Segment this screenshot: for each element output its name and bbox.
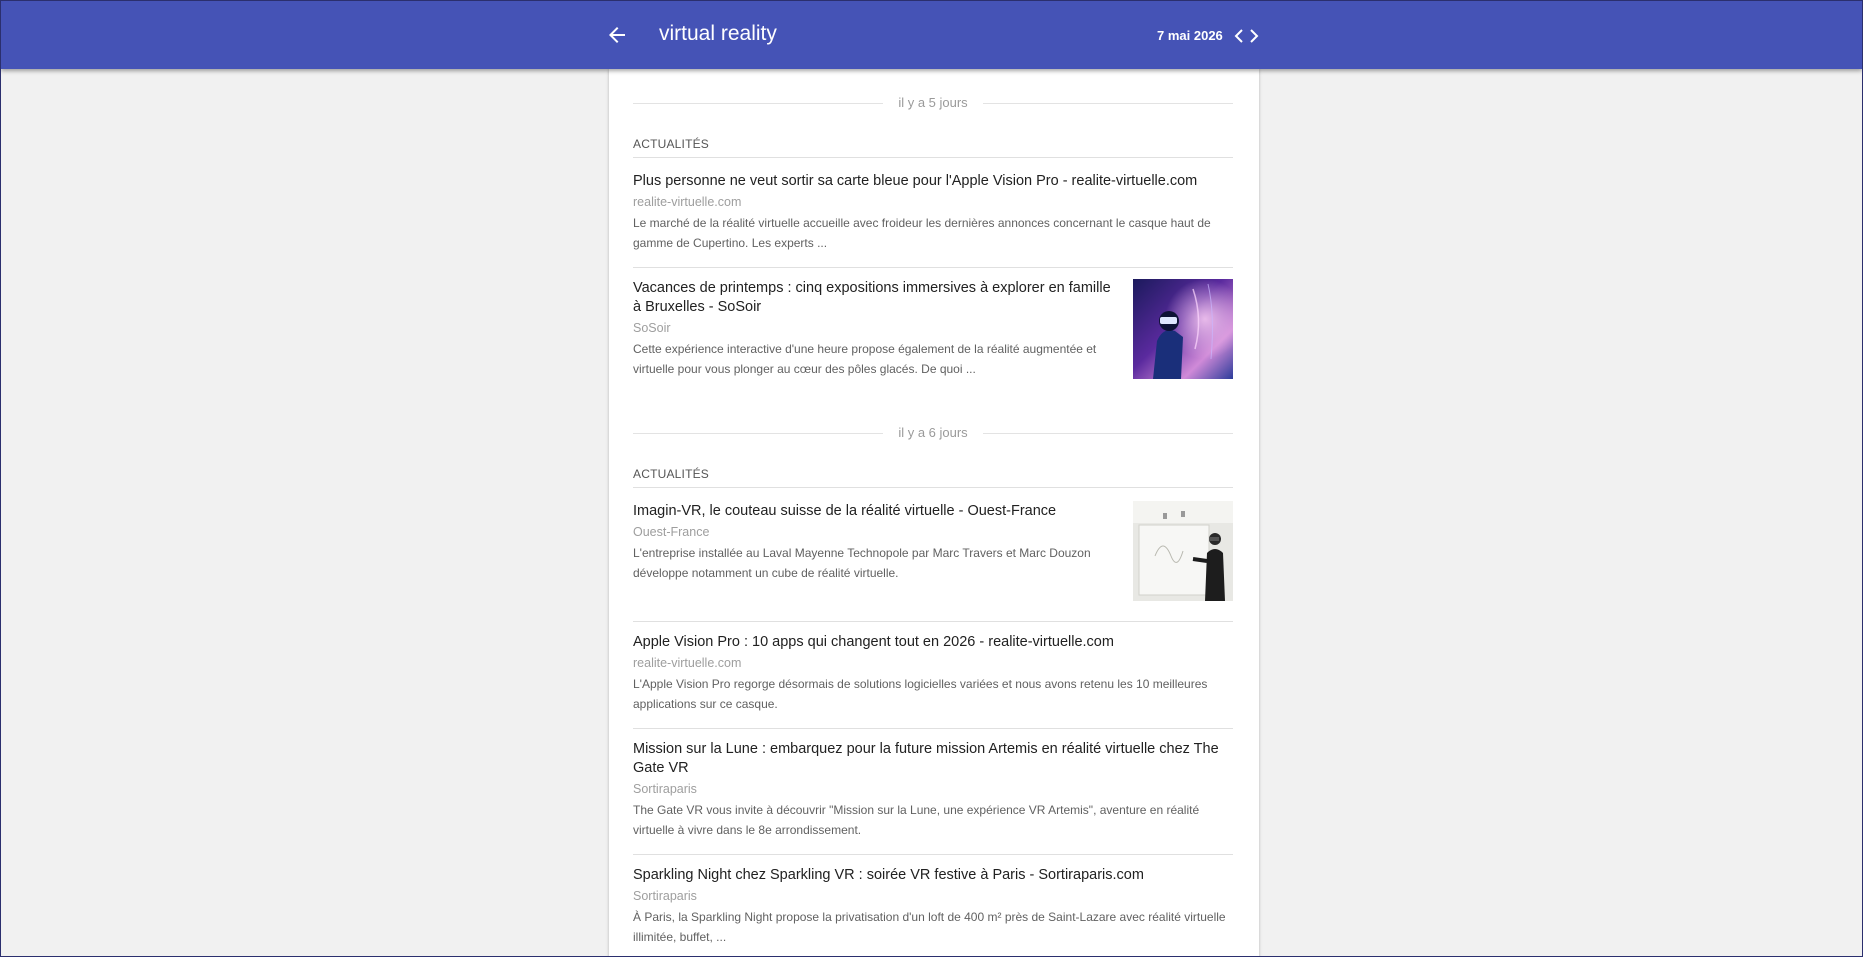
article-snippet: L'Apple Vision Pro regorge désormais de … (633, 677, 1208, 711)
app-window: virtual reality 7 mai 2026 il y a 5 jour… (0, 0, 1863, 957)
article-item[interactable]: Mission sur la Lune : embarquez pour la … (633, 728, 1233, 864)
article-thumbnail[interactable] (1133, 501, 1233, 601)
article-item[interactable]: Sparkling Night chez Sparkling VR : soir… (633, 854, 1233, 956)
news-feed-card: il y a 5 jours ACTUALITÉS Plus personne … (609, 69, 1259, 956)
article-snippet: L'entreprise installée au Laval Mayenne … (633, 546, 1091, 580)
article-source: Ouest-France (633, 525, 710, 539)
day-separator: il y a 5 jours (633, 94, 1233, 112)
chevron-right-icon (1250, 29, 1259, 43)
article-title[interactable]: Plus personne ne veut sortir sa carte bl… (633, 172, 1233, 191)
article-source: Sortiraparis (633, 782, 697, 796)
article-snippet: À Paris, la Sparkling Night propose la p… (633, 910, 1226, 944)
article-text: Imagin-VR, le couteau suisse de la réali… (633, 502, 1113, 583)
article-snippet: Cette expérience interactive d'une heure… (633, 342, 1097, 376)
article-source: realite-virtuelle.com (633, 656, 742, 670)
article-item[interactable]: Vacances de printemps : cinq expositions… (633, 267, 1233, 389)
chevron-left-icon (1234, 29, 1243, 43)
article-source: SoSoir (633, 321, 671, 335)
article-source: realite-virtuelle.com (633, 195, 742, 209)
previous-day-button[interactable] (1232, 27, 1246, 45)
divider (983, 433, 1233, 434)
article-title[interactable]: Vacances de printemps : cinq expositions… (633, 279, 1113, 317)
topic-title: virtual reality (659, 22, 777, 45)
article-item[interactable]: Apple Vision Pro : 10 apps qui changent … (633, 621, 1233, 739)
article-item[interactable]: Imagin-VR, le couteau suisse de la réali… (633, 501, 1233, 612)
article-title[interactable]: Mission sur la Lune : embarquez pour la … (633, 740, 1233, 778)
vr-cube-image (1133, 501, 1233, 601)
article-snippet: Le marché de la réalité virtuelle accuei… (633, 216, 1211, 250)
article-title[interactable]: Apple Vision Pro : 10 apps qui changent … (633, 633, 1233, 652)
next-day-button[interactable] (1247, 27, 1261, 45)
day-separator: il y a 6 jours (633, 424, 1233, 442)
article-title[interactable]: Imagin-VR, le couteau suisse de la réali… (633, 502, 1113, 521)
divider (983, 103, 1233, 104)
article-thumbnail[interactable] (1133, 279, 1233, 379)
section-label: ACTUALITÉS (633, 467, 1233, 488)
arrow-left-icon (609, 27, 625, 43)
article-source: Sortiraparis (633, 889, 697, 903)
article-title[interactable]: Sparkling Night chez Sparkling VR : soir… (633, 866, 1233, 885)
back-button[interactable] (605, 23, 629, 47)
article-text: Vacances de printemps : cinq expositions… (633, 279, 1113, 379)
current-date: 7 mai 2026 (1157, 28, 1223, 43)
article-snippet: The Gate VR vous invite à découvrir "Mis… (633, 803, 1200, 837)
section-label: ACTUALITÉS (633, 137, 1233, 158)
top-app-bar: virtual reality 7 mai 2026 (1, 1, 1862, 69)
vr-exhibition-image (1133, 279, 1233, 379)
